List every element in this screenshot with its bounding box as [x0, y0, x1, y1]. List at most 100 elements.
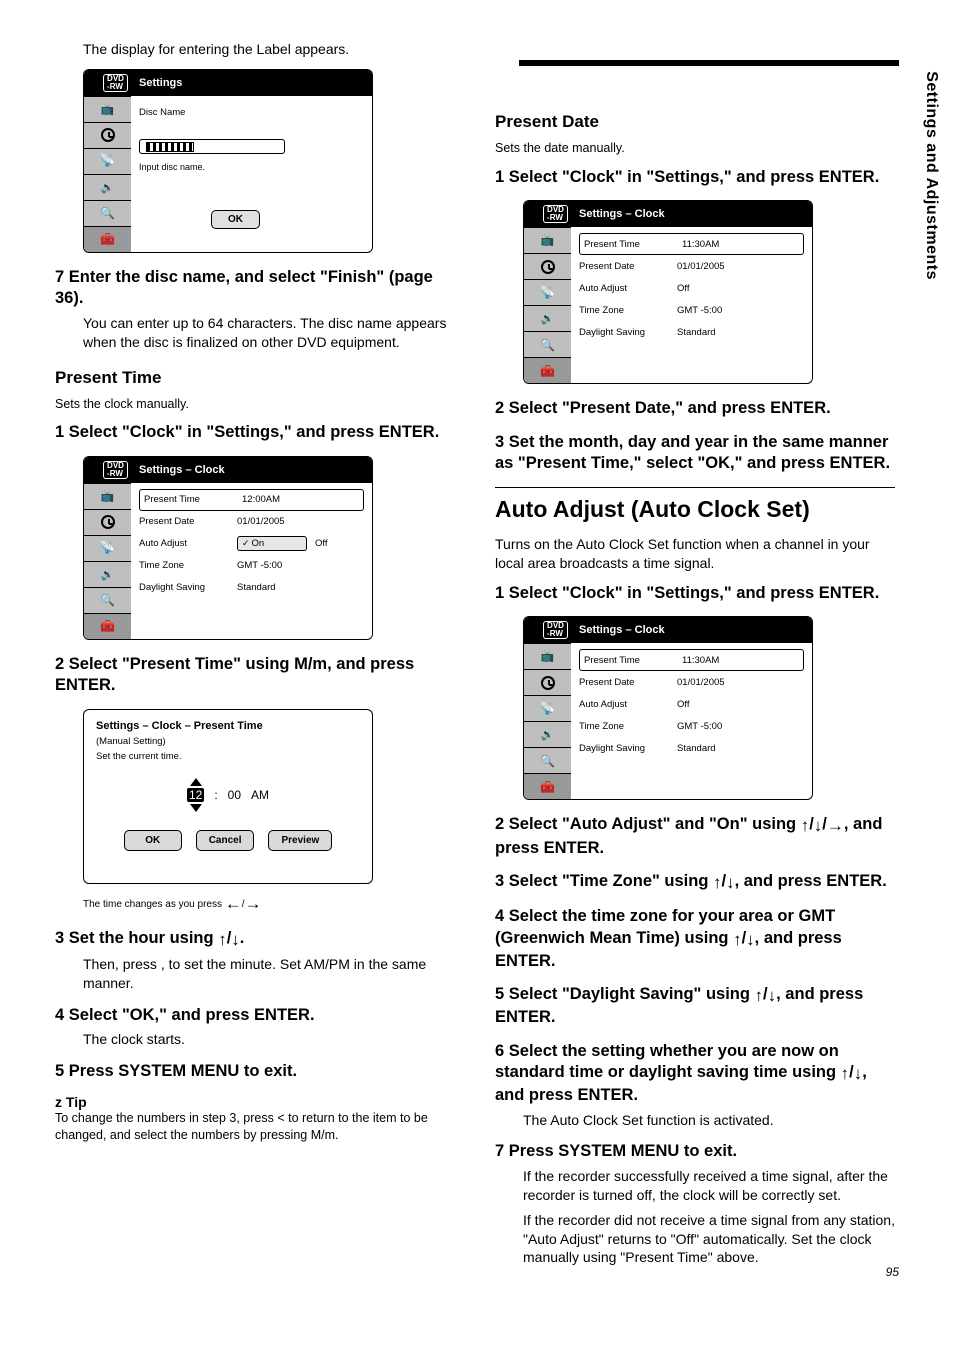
sidebar-tools-icon: 🧰 — [84, 226, 131, 252]
aa-step3-head: 3 Select "Time Zone" using ↑/↓, and pres… — [495, 871, 895, 894]
sidebar-tools-icon: 🧰 — [84, 613, 131, 639]
sidebar-clock-icon — [84, 122, 131, 148]
dialog-cancel-button[interactable]: Cancel — [196, 830, 255, 851]
intro-text: The display for entering the Label appea… — [83, 40, 455, 59]
sidebar-zoom-icon: 🔍 — [524, 331, 571, 357]
sidebar-disc-icon: DVD-RW — [524, 617, 571, 643]
sidebar-audio-icon: 🔊 — [84, 561, 131, 587]
osd-title: Settings – Clock — [571, 617, 812, 643]
step-7-head: 7 Enter the disc name, and select "Finis… — [55, 267, 455, 310]
ampm-segment[interactable]: AM — [251, 788, 269, 802]
aa-step5-head: 5 Select "Daylight Saving" using ↑/↓, an… — [495, 984, 895, 1029]
triangle-up-icon — [190, 778, 202, 786]
dialog-prompt: Set the current time. — [96, 751, 360, 762]
pt-step4-body: The clock starts. — [83, 1030, 455, 1049]
present-date-desc: Sets the date manually. — [495, 140, 895, 157]
sidebar-antenna-icon: 📡 — [84, 148, 131, 174]
disc-name-input[interactable] — [139, 139, 285, 154]
sidebar-audio-icon: 🔊 — [84, 174, 131, 200]
section-auto-adjust: Auto Adjust (Auto Clock Set) — [495, 496, 895, 524]
aa-step4-head: 4 Select the time zone for your area or … — [495, 906, 895, 972]
sidebar-clock-icon — [524, 669, 571, 695]
sidebar-antenna-icon: 📡 — [84, 535, 131, 561]
sidebar-audio-icon: 🔊 — [524, 305, 571, 331]
sidebar-clock-icon — [84, 509, 131, 535]
row-present-time[interactable]: Present Time 12:00AM — [139, 489, 364, 511]
dialog-ok-button[interactable]: OK — [124, 830, 182, 851]
sidebar-tv-icon: 📺 — [524, 643, 571, 669]
screenshot-settings-clock-3: DVD-RW 📺 📡 🔊 🔍 🧰 Settings – Clock Presen… — [523, 616, 813, 800]
pt-step3-head: 3 Set the hour using ↑/↓. — [55, 928, 455, 951]
pd-step1-head: 1 Select "Clock" in "Settings," and pres… — [495, 167, 895, 188]
step-7-body: You can enter up to 64 characters. The d… — [83, 314, 455, 352]
page-number: 95 — [886, 1265, 899, 1279]
osd-title: Settings – Clock — [571, 201, 812, 227]
aa-step6-head: 6 Select the setting whether you are now… — [495, 1041, 895, 1107]
sidebar-antenna-icon: 📡 — [524, 695, 571, 721]
subsection-present-date: Present Date — [495, 112, 895, 132]
pt-step1-head: 1 Select "Clock" in "Settings," and pres… — [55, 422, 455, 443]
dialog-caption: The time changes as you press ←/→ — [83, 894, 455, 914]
tip-body: To change the numbers in step 3, press <… — [55, 1110, 455, 1144]
sidebar-disc-icon: DVD-RW — [84, 457, 131, 483]
minute-segment[interactable]: 00 — [228, 788, 241, 802]
aa-step1-head: 1 Select "Clock" in "Settings," and pres… — [495, 583, 895, 604]
aa-step7-body2: If the recorder did not receive a time s… — [523, 1211, 895, 1268]
sidebar-antenna-icon: 📡 — [524, 279, 571, 305]
aa-step7-head: 7 Press SYSTEM MENU to exit. — [495, 1141, 895, 1162]
sidebar-tools-icon: 🧰 — [524, 773, 571, 799]
row-auto-adjust[interactable]: Auto Adjust On Off — [139, 533, 364, 555]
osd-title: Settings — [131, 70, 372, 96]
sidebar-zoom-icon: 🔍 — [84, 587, 131, 613]
row-present-time[interactable]: Present Time 11:30AM — [579, 233, 804, 255]
section-divider — [519, 60, 899, 66]
row-present-time[interactable]: Present Time 11:30AM — [579, 649, 804, 671]
input-hint: Input disc name. — [139, 162, 364, 172]
screenshot-settings-discname: DVD-RW 📺 📡 🔊 🔍 🧰 Settings Disc Name — [83, 69, 373, 253]
osd-title: Settings – Clock — [131, 457, 372, 483]
screenshot-clock-dialog: Settings – Clock – Present Time (Manual … — [83, 709, 373, 884]
screenshot-settings-clock-2: DVD-RW 📺 📡 🔊 🔍 🧰 Settings – Clock Presen… — [523, 200, 813, 384]
pt-step2-head: 2 Select "Present Time" using M/m, and p… — [55, 654, 455, 697]
pd-step2-head: 2 Select "Present Date," and press ENTER… — [495, 398, 895, 419]
time-spinner[interactable]: 12 : 00 AM — [96, 778, 360, 812]
side-tab-label: Settings and Adjustments — [922, 71, 940, 280]
ok-button[interactable]: OK — [211, 210, 260, 229]
aa-step2-head: 2 Select "Auto Adjust" and "On" using ↑/… — [495, 814, 895, 859]
subsection-present-time: Present Time — [55, 368, 455, 388]
sidebar-tv-icon: 📺 — [524, 227, 571, 253]
label-disc-name: Disc Name — [139, 107, 237, 118]
pt-step5-head: 5 Press SYSTEM MENU to exit. — [55, 1061, 455, 1082]
dialog-preview-button[interactable]: Preview — [268, 830, 332, 851]
pt-step3-body: Then, press , to set the minute. Set AM/… — [83, 955, 455, 993]
sidebar-disc-icon: DVD-RW — [84, 70, 131, 96]
sidebar-zoom-icon: 🔍 — [524, 747, 571, 773]
pt-step4-head: 4 Select "OK," and press ENTER. — [55, 1005, 455, 1026]
dialog-subtitle: (Manual Setting) — [96, 736, 360, 747]
sidebar-disc-icon: DVD-RW — [524, 201, 571, 227]
dialog-title: Settings – Clock – Present Time — [96, 720, 360, 732]
up-arrow-icon: ↑ — [218, 930, 227, 949]
triangle-down-icon — [190, 804, 202, 812]
osd-sidebar: DVD-RW 📺 📡 🔊 🔍 🧰 — [84, 70, 131, 252]
screenshot-settings-clock-1: DVD-RW 📺 📡 🔊 🔍 🧰 Settings – Clock Presen… — [83, 456, 373, 640]
pd-step3-head: 3 Set the month, day and year in the sam… — [495, 432, 895, 475]
right-arrow-icon: → — [245, 894, 262, 913]
rule — [495, 487, 895, 488]
sidebar-clock-icon — [524, 253, 571, 279]
sidebar-zoom-icon: 🔍 — [84, 200, 131, 226]
down-arrow-icon: ↓ — [231, 930, 240, 949]
sidebar-tools-icon: 🧰 — [524, 357, 571, 383]
sidebar-tv-icon: 📺 — [84, 96, 131, 122]
present-time-desc: Sets the clock manually. — [55, 396, 455, 413]
auto-adjust-on-option[interactable]: On — [237, 536, 307, 551]
tip-heading: z Tip — [55, 1094, 455, 1110]
right-column: Present Date Sets the date manually. 1 S… — [495, 40, 895, 1279]
aa-step6-body: The Auto Clock Set function is activated… — [523, 1111, 895, 1130]
aa-step7-body1: If the recorder successfully received a … — [523, 1167, 895, 1205]
sidebar-audio-icon: 🔊 — [524, 721, 571, 747]
auto-adjust-desc: Turns on the Auto Clock Set function whe… — [495, 535, 895, 573]
left-arrow-icon: ← — [225, 894, 242, 913]
hour-segment[interactable]: 12 — [187, 788, 204, 802]
sidebar-tv-icon: 📺 — [84, 483, 131, 509]
